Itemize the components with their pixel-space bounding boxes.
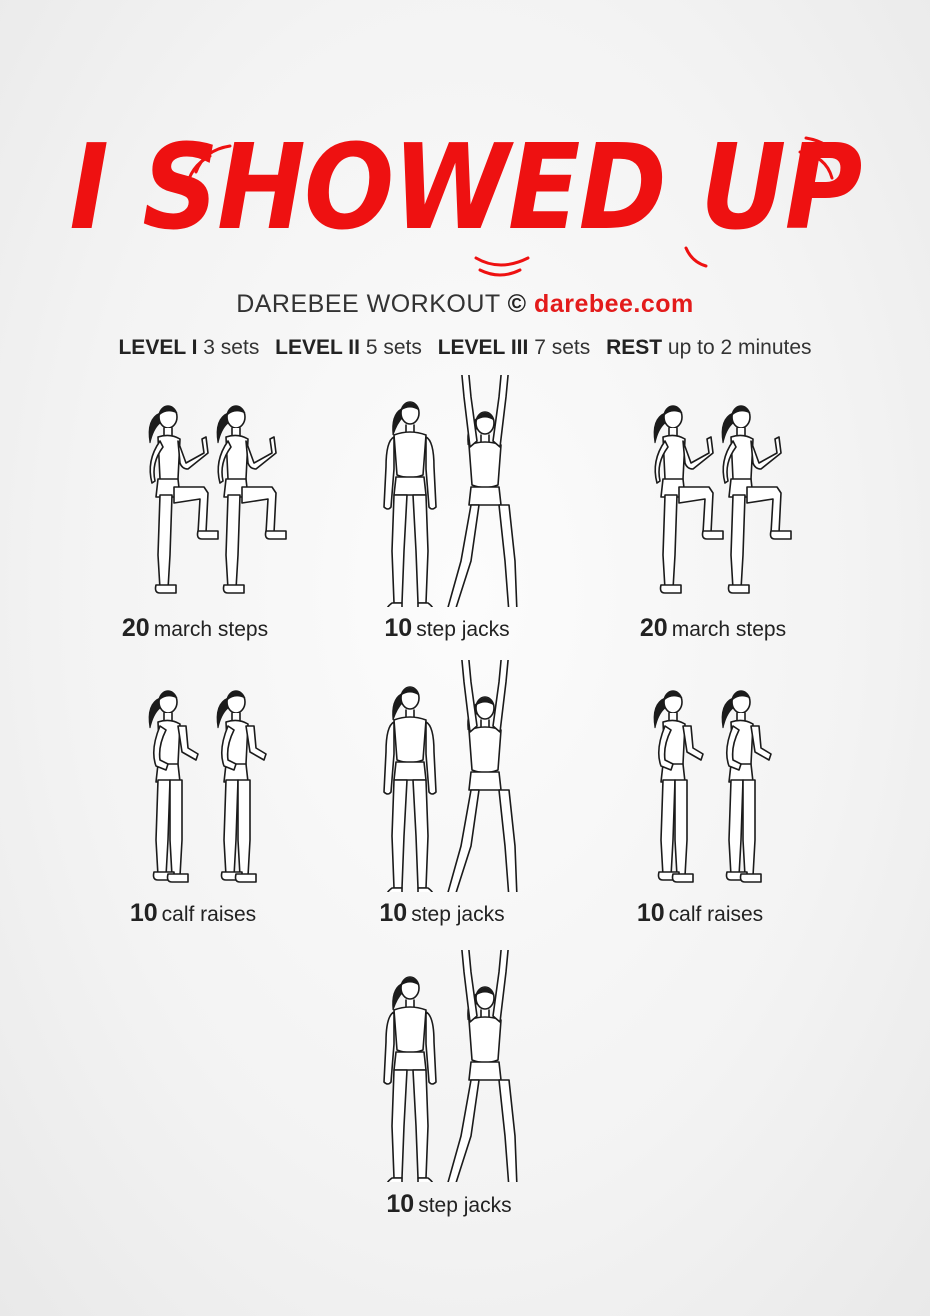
exercise-1-name: march steps bbox=[153, 618, 269, 641]
rest-label: REST bbox=[606, 336, 663, 359]
exercise-3 bbox=[585, 375, 825, 607]
level-2-label: LEVEL II bbox=[275, 336, 360, 359]
exercise-4-name: calf raises bbox=[161, 903, 257, 926]
exercise-5-illustration bbox=[383, 660, 518, 892]
brand-label: DAREBEE WORKOUT bbox=[236, 290, 501, 318]
exercise-6-illustration bbox=[653, 690, 772, 883]
exercise-4-illustration bbox=[148, 690, 267, 883]
exercise-3-name: march steps bbox=[671, 618, 787, 641]
level-3-label: LEVEL III bbox=[437, 336, 529, 359]
copyright-icon: © bbox=[507, 290, 527, 318]
exercise-4-count: 10 bbox=[129, 899, 158, 927]
exercise-1-caption: 20 march steps bbox=[75, 614, 315, 643]
exercise-6-caption: 10 calf raises bbox=[580, 899, 820, 928]
exercise-3-caption: 20 march steps bbox=[593, 614, 833, 643]
exercise-3-illustration bbox=[653, 405, 792, 594]
levels-info: LEVEL I 3 sets LEVEL II 5 sets LEVEL III… bbox=[0, 336, 930, 360]
exercise-2-illustration bbox=[383, 375, 518, 607]
level-1-label: LEVEL I bbox=[118, 336, 198, 359]
exercise-6-name: calf raises bbox=[668, 903, 764, 926]
exercise-4-caption: 10 calf raises bbox=[73, 899, 313, 928]
exercise-2 bbox=[325, 375, 565, 607]
exercise-5 bbox=[325, 660, 565, 892]
page-title: I SHOWED UP bbox=[69, 118, 862, 256]
exercise-1-count: 20 bbox=[121, 614, 150, 642]
exercise-7-caption: 10 step jacks bbox=[329, 1190, 569, 1219]
exercise-6-count: 10 bbox=[636, 899, 665, 927]
level-1-value: 3 sets bbox=[203, 336, 260, 359]
exercise-6 bbox=[585, 660, 825, 892]
exercise-4 bbox=[80, 660, 320, 892]
exercise-3-count: 20 bbox=[639, 614, 668, 642]
exercise-2-caption: 10 step jacks bbox=[327, 614, 567, 643]
level-3-value: 7 sets bbox=[534, 336, 591, 359]
exercise-5-name: step jacks bbox=[411, 903, 505, 926]
rest-value: up to 2 minutes bbox=[667, 336, 812, 359]
site-link[interactable]: darebee.com bbox=[534, 290, 694, 318]
level-2-value: 5 sets bbox=[365, 336, 422, 359]
exercise-2-name: step jacks bbox=[416, 618, 510, 641]
exercise-7-count: 10 bbox=[386, 1190, 415, 1218]
subtitle: DAREBEE WORKOUT © darebee.com bbox=[0, 290, 930, 319]
exercise-2-count: 10 bbox=[384, 614, 413, 642]
exercise-1 bbox=[80, 375, 320, 607]
exercise-5-caption: 10 step jacks bbox=[322, 899, 562, 928]
exercise-5-count: 10 bbox=[379, 899, 408, 927]
exercise-7 bbox=[325, 950, 565, 1182]
exercise-7-name: step jacks bbox=[418, 1194, 512, 1217]
exercise-7-illustration bbox=[383, 950, 518, 1182]
exercise-1-illustration bbox=[148, 405, 287, 594]
